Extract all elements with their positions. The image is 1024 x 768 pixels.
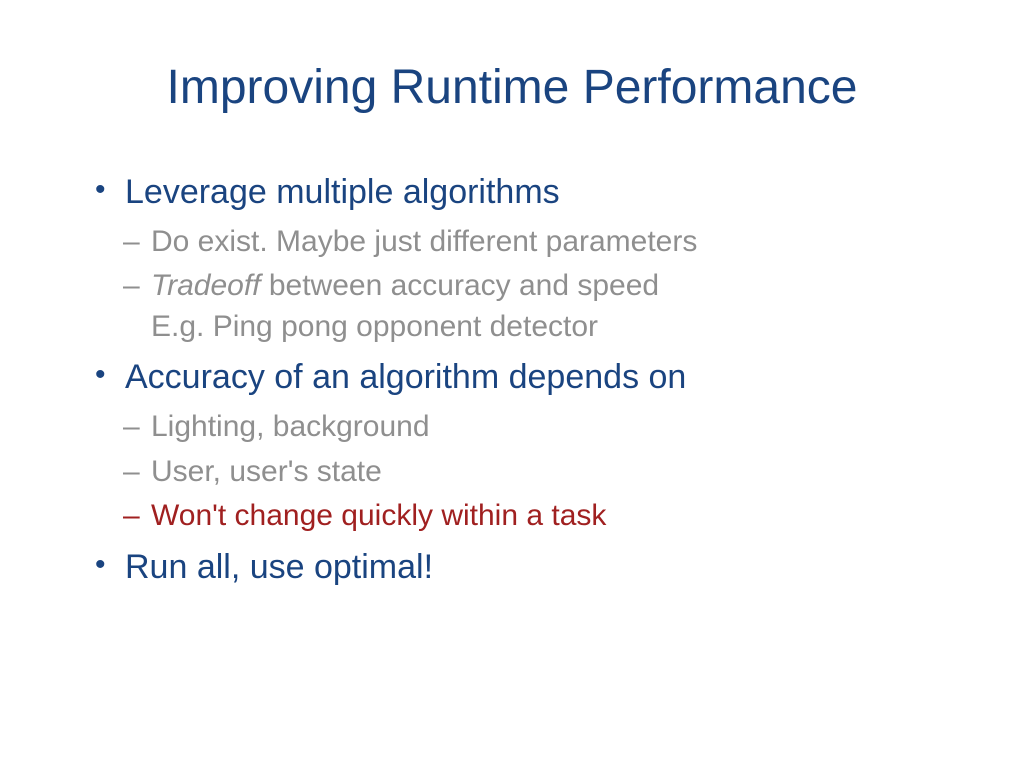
bullet-2-sub-2: User, user's state [123, 452, 949, 493]
bullet-list: Accuracy of an algorithm depends on [75, 355, 949, 401]
bullet-list: Leverage multiple algorithms [75, 170, 949, 216]
bullet-list: Run all, use optimal! [75, 545, 949, 591]
bullet-1: Leverage multiple algorithms [95, 170, 949, 216]
bullet-2: Accuracy of an algorithm depends on [95, 355, 949, 401]
bullet-1-sublist: Do exist. Maybe just different parameter… [75, 222, 949, 348]
bullet-1-sub-2-rest: between accuracy and speed [261, 269, 660, 302]
bullet-1-sub-2-line2: E.g. Ping pong opponent detector [151, 307, 949, 348]
bullet-2-sub-3: Won't change quickly within a task [123, 496, 949, 537]
tradeoff-word: Tradeoff [151, 269, 261, 302]
bullet-3-text: Run all, use optimal! [125, 548, 433, 586]
bullet-1-sub-1: Do exist. Maybe just different parameter… [123, 222, 949, 263]
bullet-2-sub-1: Lighting, background [123, 407, 949, 448]
bullet-3: Run all, use optimal! [95, 545, 949, 591]
bullet-1-sub-2: Tradeoff between accuracy and speed E.g.… [123, 266, 949, 347]
bullet-2-sublist: Lighting, background User, user's state … [75, 407, 949, 537]
slide-container: Improving Runtime Performance Leverage m… [0, 0, 1024, 768]
bullet-1-text: Leverage multiple algorithms [125, 173, 560, 211]
slide-title: Improving Runtime Performance [75, 60, 949, 115]
bullet-2-text: Accuracy of an algorithm depends on [125, 358, 686, 396]
